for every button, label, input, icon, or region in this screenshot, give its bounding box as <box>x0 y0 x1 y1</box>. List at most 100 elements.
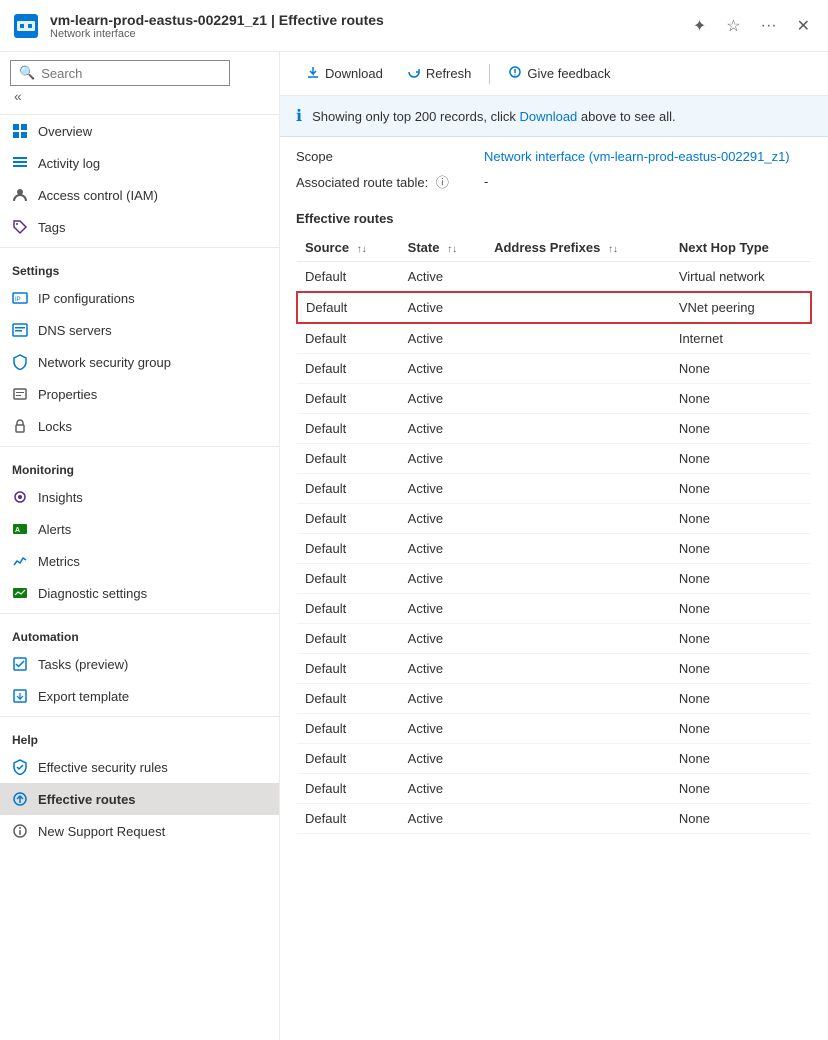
section-label-help: Help <box>0 721 279 751</box>
cell-address-prefixes <box>486 624 671 654</box>
sidebar-item-locks[interactable]: Locks <box>0 410 279 442</box>
cell-source: Default <box>297 804 400 834</box>
table-row[interactable]: Default Active None <box>297 474 811 504</box>
cell-address-prefixes <box>486 262 671 293</box>
download-icon <box>306 65 320 82</box>
cell-source: Default <box>297 354 400 384</box>
sidebar-item-metrics[interactable]: Metrics <box>0 545 279 577</box>
cell-source: Default <box>297 684 400 714</box>
table-row[interactable]: Default Active None <box>297 504 811 534</box>
table-row[interactable]: Default Active None <box>297 654 811 684</box>
metrics-icon <box>12 553 28 569</box>
cell-source: Default <box>297 774 400 804</box>
cell-next-hop-type: None <box>671 534 811 564</box>
sidebar-item-new-support-request[interactable]: New Support Request <box>0 815 279 847</box>
sort-source-icon[interactable]: ↑↓ <box>357 244 367 255</box>
cell-state: Active <box>400 474 486 504</box>
pin-button[interactable]: ✦ <box>687 12 712 40</box>
title-text-container: vm-learn-prod-eastus-002291_z1 | Effecti… <box>50 12 687 40</box>
cell-address-prefixes <box>486 323 671 354</box>
table-row[interactable]: Default Active Internet <box>297 323 811 354</box>
ip-config-icon: IP <box>12 290 28 306</box>
sort-state-icon[interactable]: ↑↓ <box>447 244 457 255</box>
sidebar-item-effective-security-rules[interactable]: Effective security rules <box>0 751 279 783</box>
sidebar-item-properties[interactable]: Properties <box>0 378 279 410</box>
cell-source: Default <box>297 414 400 444</box>
sidebar-item-label: Tasks (preview) <box>38 657 128 672</box>
sort-address-icon[interactable]: ↑↓ <box>608 244 618 255</box>
table-row[interactable]: Default Active None <box>297 714 811 744</box>
table-row[interactable]: Default Active Virtual network <box>297 262 811 293</box>
table-row[interactable]: Default Active None <box>297 384 811 414</box>
download-button[interactable]: Download <box>296 60 393 87</box>
table-row[interactable]: Default Active None <box>297 534 811 564</box>
alerts-icon: A <box>12 521 28 537</box>
cell-next-hop-type: None <box>671 624 811 654</box>
col-next-hop-type: Next Hop Type <box>671 234 811 262</box>
cell-state: Active <box>400 714 486 744</box>
collapse-sidebar-button[interactable]: « <box>10 86 26 106</box>
refresh-label: Refresh <box>426 66 472 81</box>
dns-icon <box>12 322 28 338</box>
sidebar-item-label: Overview <box>38 124 92 139</box>
sidebar-item-export-template[interactable]: Export template <box>0 680 279 712</box>
sidebar-item-activity-log[interactable]: Activity log <box>0 147 279 179</box>
table-row[interactable]: Default Active None <box>297 774 811 804</box>
table-row[interactable]: Default Active VNet peering <box>297 292 811 323</box>
table-row[interactable]: Default Active None <box>297 744 811 774</box>
sidebar-item-diagnostic-settings[interactable]: Diagnostic settings <box>0 577 279 609</box>
info-download-link[interactable]: Download <box>519 109 577 124</box>
scope-value: Network interface (vm-learn-prod-eastus-… <box>484 149 790 164</box>
tasks-icon <box>12 656 28 672</box>
sidebar-item-label: Effective routes <box>38 792 136 807</box>
refresh-button[interactable]: Refresh <box>397 60 482 87</box>
sidebar-item-overview[interactable]: Overview <box>0 115 279 147</box>
cell-address-prefixes <box>486 534 671 564</box>
table-row[interactable]: Default Active None <box>297 594 811 624</box>
table-row[interactable]: Default Active None <box>297 444 811 474</box>
cell-state: Active <box>400 594 486 624</box>
table-row[interactable]: Default Active None <box>297 684 811 714</box>
search-box[interactable]: 🔍 <box>10 60 230 86</box>
sidebar-item-network-security-group[interactable]: Network security group <box>0 346 279 378</box>
sidebar: 🔍 « Overview Activity log Access control… <box>0 52 280 1040</box>
sidebar-item-tasks[interactable]: Tasks (preview) <box>0 648 279 680</box>
search-input[interactable] <box>41 66 201 81</box>
section-label-automation: Automation <box>0 618 279 648</box>
cell-next-hop-type: None <box>671 444 811 474</box>
cell-next-hop-type: None <box>671 474 811 504</box>
sidebar-item-effective-routes[interactable]: Effective routes <box>0 783 279 815</box>
cell-next-hop-type: Virtual network <box>671 262 811 293</box>
star-button[interactable]: ☆ <box>720 12 746 40</box>
sidebar-item-alerts[interactable]: A Alerts <box>0 513 279 545</box>
table-row[interactable]: Default Active None <box>297 564 811 594</box>
table-row[interactable]: Default Active None <box>297 354 811 384</box>
sidebar-item-tags[interactable]: Tags <box>0 211 279 243</box>
sidebar-item-access-control[interactable]: Access control (IAM) <box>0 179 279 211</box>
cell-state: Active <box>400 534 486 564</box>
divider-automation <box>0 613 279 614</box>
section-label-monitoring: Monitoring <box>0 451 279 481</box>
sidebar-item-label: IP configurations <box>38 291 135 306</box>
col-state: State ↑↓ <box>400 234 486 262</box>
feedback-button[interactable]: Give feedback <box>498 60 620 87</box>
sidebar-item-dns-servers[interactable]: DNS servers <box>0 314 279 346</box>
cell-next-hop-type: VNet peering <box>671 292 811 323</box>
window-actions: ✦ ☆ ··· ✕ <box>687 12 816 40</box>
close-button[interactable]: ✕ <box>791 12 816 40</box>
cell-address-prefixes <box>486 474 671 504</box>
more-button[interactable]: ··· <box>755 12 783 40</box>
table-row[interactable]: Default Active None <box>297 414 811 444</box>
export-icon <box>12 688 28 704</box>
cell-address-prefixes <box>486 684 671 714</box>
section-label-settings: Settings <box>0 252 279 282</box>
table-row[interactable]: Default Active None <box>297 624 811 654</box>
cell-address-prefixes <box>486 414 671 444</box>
sidebar-item-insights[interactable]: Insights <box>0 481 279 513</box>
cell-next-hop-type: None <box>671 804 811 834</box>
sidebar-item-label: DNS servers <box>38 323 112 338</box>
divider-help <box>0 716 279 717</box>
sidebar-item-ip-configurations[interactable]: IP IP configurations <box>0 282 279 314</box>
cell-next-hop-type: None <box>671 744 811 774</box>
table-row[interactable]: Default Active None <box>297 804 811 834</box>
